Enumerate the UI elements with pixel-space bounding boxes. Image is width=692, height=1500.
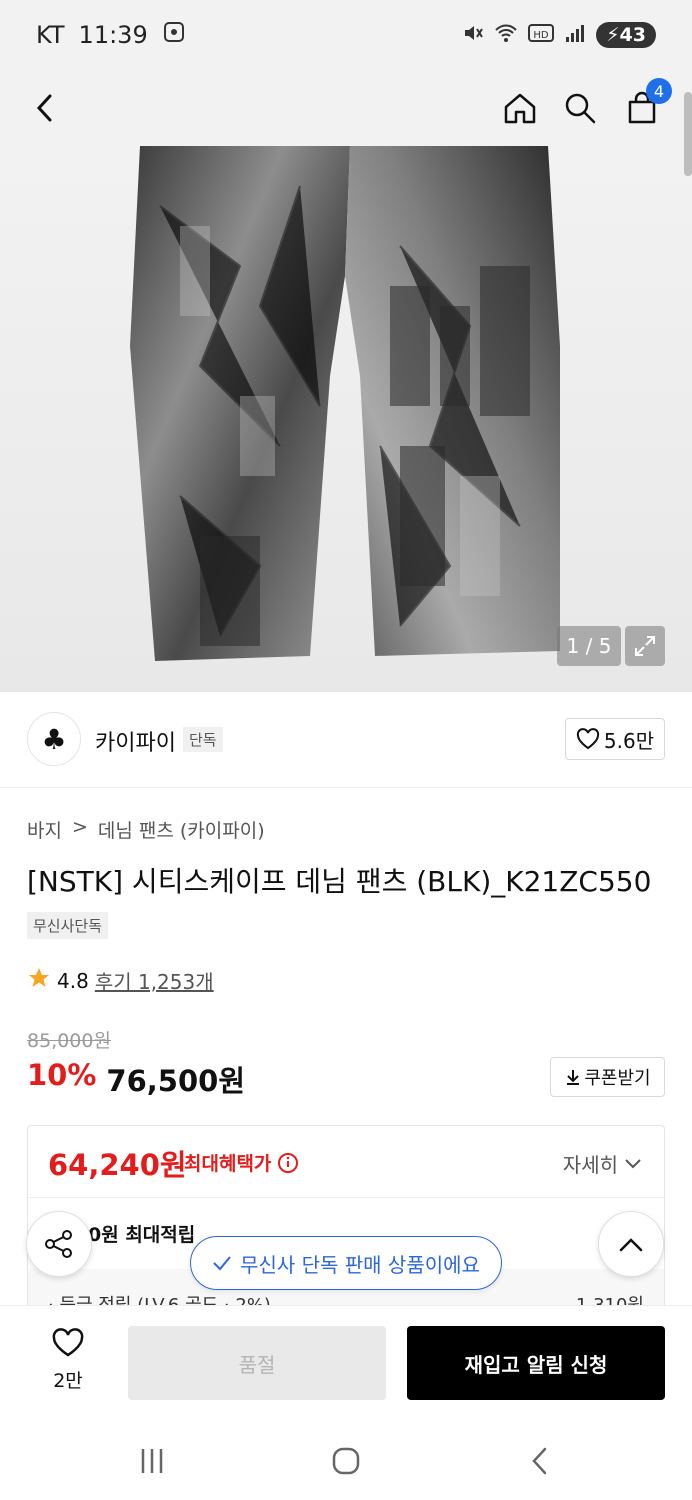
recent-apps-icon <box>141 1449 163 1473</box>
brand-like-count: 5.6만 <box>603 728 655 753</box>
bolt-icon: ⚡ <box>606 24 620 46</box>
detail-label: 자세히 <box>562 1153 618 1177</box>
rating-score: 4.8 <box>57 968 89 993</box>
home-button[interactable] <box>492 80 548 136</box>
price-row: 10% 76,500원 <box>27 1058 245 1100</box>
hd-icon: HD <box>528 23 555 48</box>
discount-rate: 10% <box>27 1058 97 1092</box>
share-button[interactable] <box>26 1211 92 1277</box>
page-scrollbar[interactable] <box>684 92 692 176</box>
benefit-header[interactable]: 64,240원 최대혜택가 자세히 <box>28 1126 664 1198</box>
back-button[interactable] <box>18 80 74 136</box>
rating-row: 4.8 후기 1,253개 <box>27 966 214 995</box>
original-price: 85,000원 <box>27 1030 111 1052</box>
brand-row: ♣ 카이파이 단독 5.6만 <box>0 692 692 788</box>
product-image <box>130 146 560 661</box>
top-nav: 4 <box>0 70 692 146</box>
carrier-label: KT <box>36 21 65 49</box>
brand-logo[interactable]: ♣ <box>27 712 81 766</box>
star-icon <box>27 966 51 995</box>
home-system-button[interactable] <box>326 1441 366 1481</box>
soldout-button: 품절 <box>128 1326 386 1400</box>
benefit-detail-link[interactable]: 자세히 <box>563 1149 642 1178</box>
breadcrumb-category[interactable]: 바지 <box>27 816 62 843</box>
system-navigation-bar <box>0 1417 692 1500</box>
breadcrumb-separator: > <box>71 816 88 838</box>
check-icon <box>213 1256 231 1271</box>
image-counter: 1 / 5 <box>557 626 621 666</box>
battery-level: 43 <box>619 24 646 46</box>
max-benefit-label: 최대혜택가 <box>184 1149 299 1176</box>
cart-count-badge: 4 <box>646 78 672 104</box>
back-system-button[interactable] <box>520 1441 560 1481</box>
home-circle-icon <box>332 1447 360 1475</box>
recent-apps-button[interactable] <box>132 1441 172 1481</box>
search-button[interactable] <box>552 80 608 136</box>
scroll-top-button[interactable] <box>598 1211 664 1277</box>
brand-name[interactable]: 카이파이 <box>95 725 176 757</box>
heart-icon <box>576 728 600 750</box>
svg-text:HD: HD <box>534 30 550 41</box>
expand-image-button[interactable] <box>625 626 665 666</box>
max-benefit-label-text: 최대혜택가 <box>184 1153 272 1175</box>
screen-record-icon <box>162 20 186 50</box>
clock: 11:39 <box>78 21 148 49</box>
wishlist-button[interactable]: 2만 <box>36 1328 100 1393</box>
restock-alert-button[interactable]: 재입고 알림 신청 <box>407 1326 665 1400</box>
coupon-button[interactable]: 쿠폰받기 <box>550 1057 665 1097</box>
exclusive-toast: 무신사 단독 판매 상품이에요 <box>190 1236 502 1290</box>
home-icon <box>504 93 536 124</box>
review-link[interactable]: 후기 1,253개 <box>95 966 214 995</box>
mute-icon <box>462 22 484 49</box>
back-arrow-icon <box>532 1447 547 1475</box>
status-bar: KT 11:39 HD ⚡43 <box>0 0 692 70</box>
chevron-up-icon <box>619 1238 643 1252</box>
chevron-down-icon <box>625 1158 641 1168</box>
expand-icon <box>635 636 655 656</box>
info-icon[interactable] <box>277 1152 299 1174</box>
bottom-action-bar: 2만 품절 재입고 알림 신청 <box>0 1305 692 1417</box>
cart-button[interactable]: 4 <box>614 78 672 136</box>
download-icon <box>567 1070 580 1085</box>
max-benefit-price: 64,240원 <box>48 1148 187 1182</box>
chevron-left-icon <box>36 94 52 122</box>
club-icon: ♣ <box>41 722 67 756</box>
brand-like-button[interactable]: 5.6만 <box>565 718 665 760</box>
exclusive-badge: 무신사단독 <box>27 912 109 939</box>
signal-icon <box>564 23 586 48</box>
product-title: [NSTK] 시티스케이프 데님 팬츠 (BLK)_K21ZC550 <box>27 865 652 898</box>
wishlist-count: 2만 <box>53 1370 83 1392</box>
toast-text: 무신사 단독 판매 상품이에요 <box>240 1252 480 1277</box>
sale-price: 76,500원 <box>106 1064 246 1098</box>
battery-indicator: ⚡43 <box>596 22 656 48</box>
max-points-text: 0원 최대적립 <box>88 1224 196 1246</box>
coupon-label: 쿠폰받기 <box>584 1068 651 1089</box>
search-icon <box>565 93 596 124</box>
breadcrumb: 바지 > 데님 팬츠 (카이파이) <box>27 816 265 843</box>
product-image-gallery[interactable] <box>0 146 692 692</box>
breadcrumb-subcategory[interactable]: 데님 팬츠 (카이파이) <box>98 816 265 843</box>
benefit-box: 64,240원 최대혜택가 자세히 0원 최대적립 · 등급 적립 (LV.6 … <box>27 1125 665 1325</box>
wifi-icon <box>494 22 518 49</box>
heart-icon <box>52 1328 84 1357</box>
brand-exclusive-tag: 단독 <box>183 727 223 752</box>
share-icon <box>45 1230 72 1258</box>
